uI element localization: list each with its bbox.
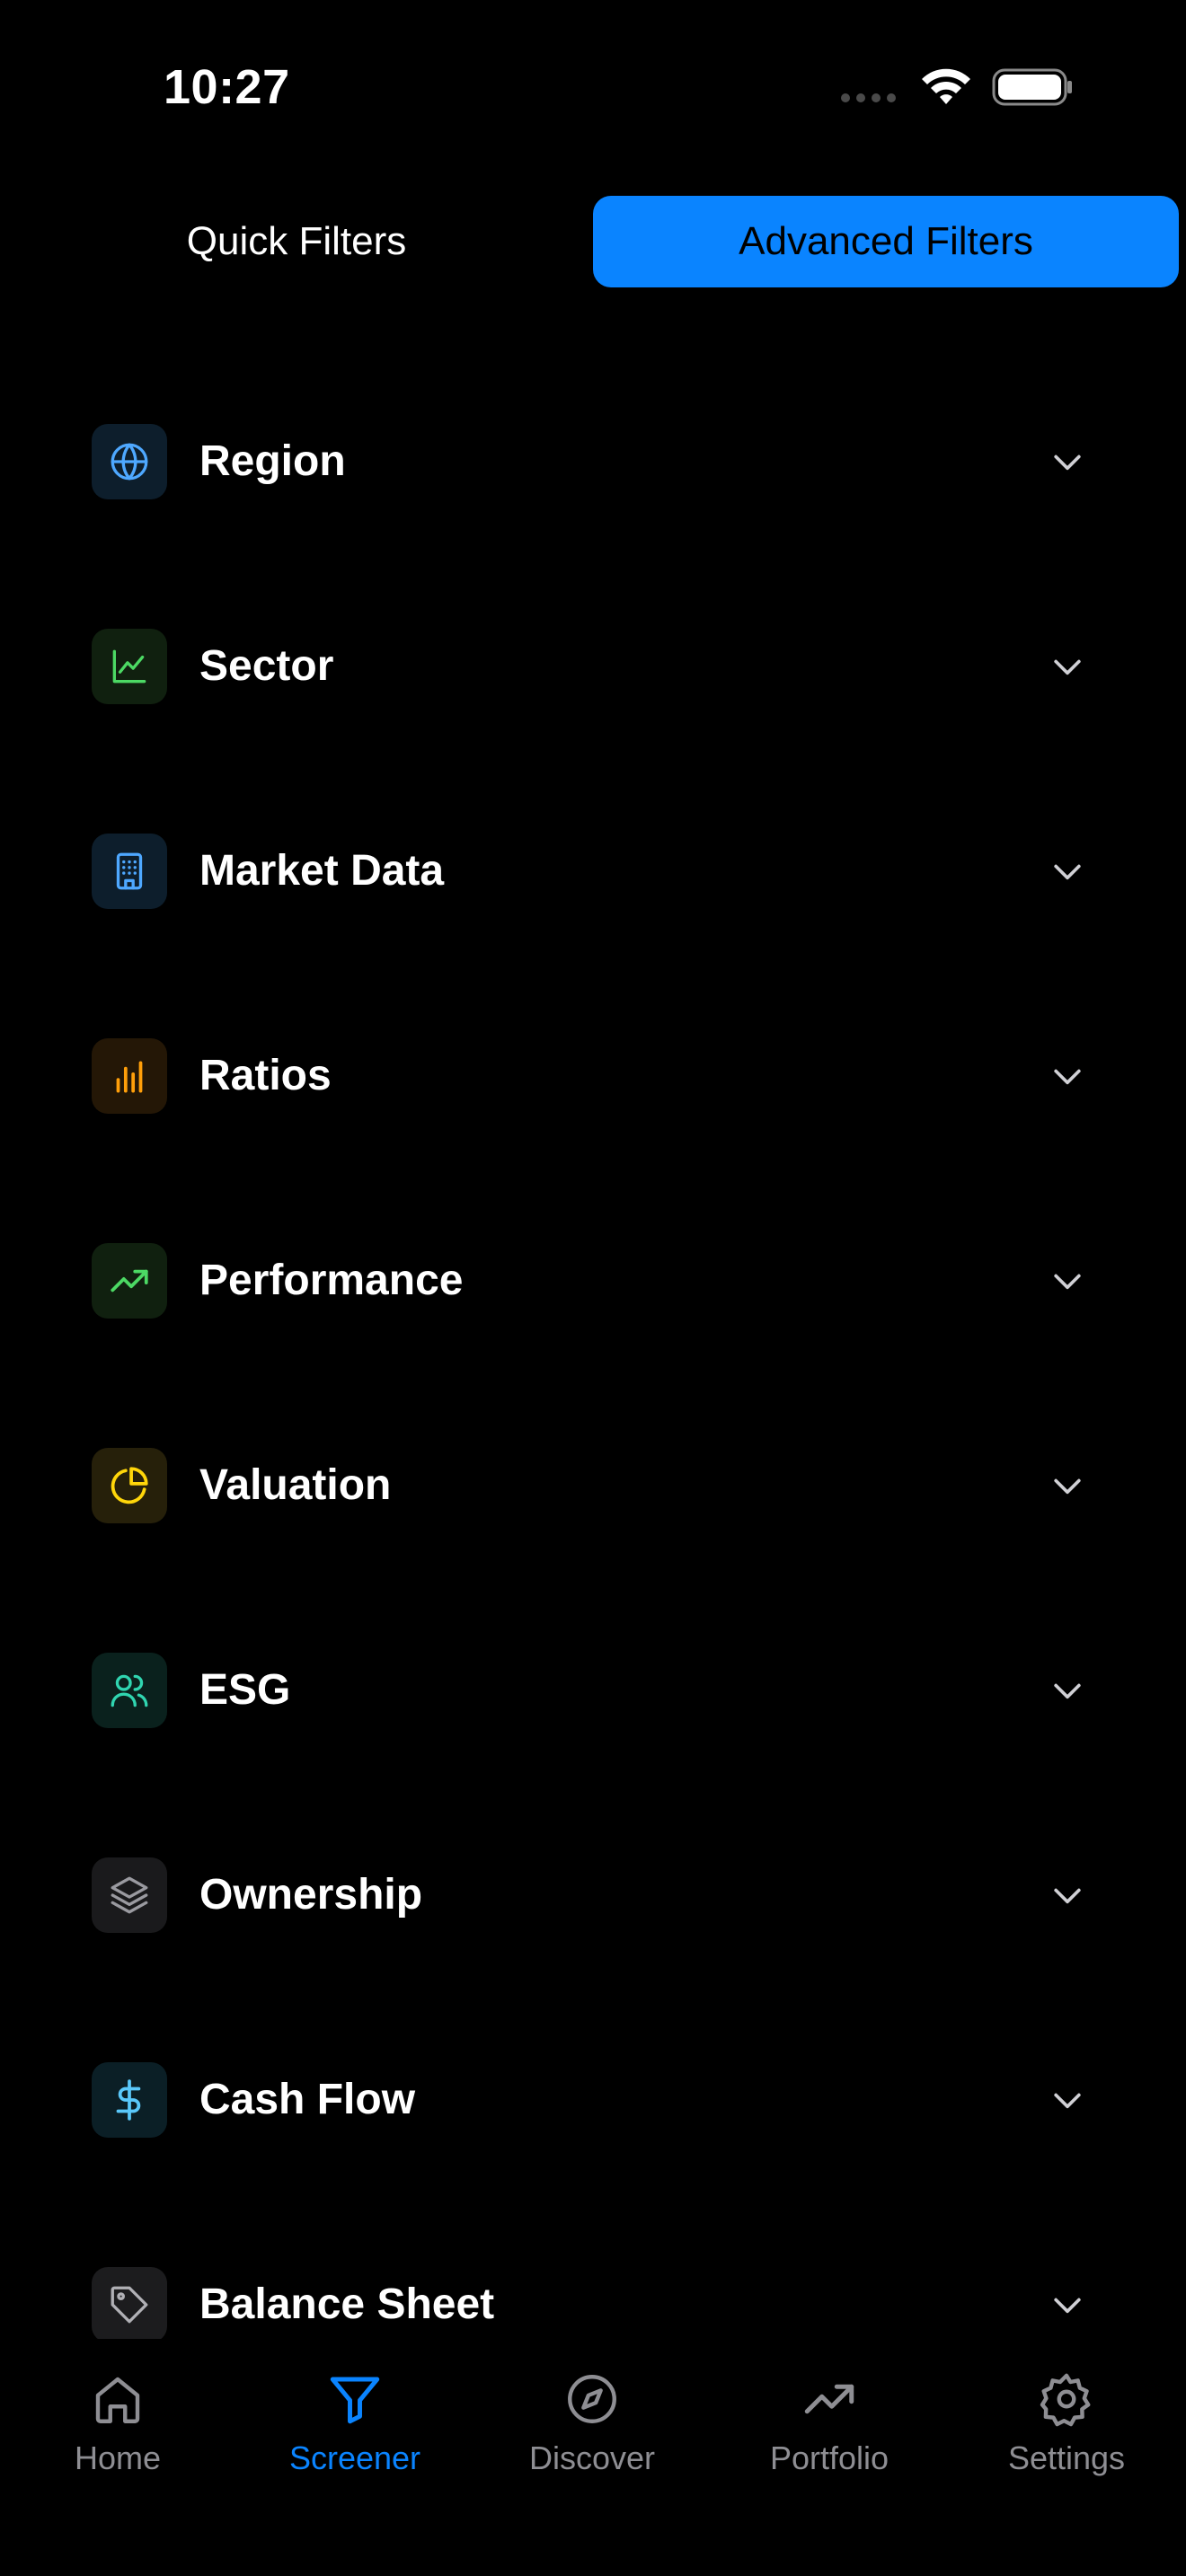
trending-up-icon bbox=[804, 2384, 854, 2414]
chevron-down-icon bbox=[1054, 659, 1081, 675]
filter-label: ESG bbox=[199, 1666, 291, 1714]
users-icon bbox=[92, 1653, 167, 1728]
tab-portfolio[interactable]: Portfolio bbox=[730, 2369, 928, 2513]
tab-label: Screener bbox=[288, 2439, 421, 2476]
chevron-down-icon bbox=[1054, 2298, 1081, 2314]
tag-icon bbox=[92, 2267, 167, 2342]
compass-icon bbox=[568, 2375, 616, 2423]
building-icon bbox=[92, 834, 167, 909]
status-time: 10:27 bbox=[164, 60, 290, 114]
filter-label: Cash Flow bbox=[199, 2076, 416, 2123]
filter-label: Valuation bbox=[199, 1461, 392, 1509]
filter-row-esg[interactable]: ESG bbox=[0, 1615, 1186, 1766]
chevron-down-icon bbox=[1054, 864, 1081, 880]
gear-icon bbox=[1040, 2373, 1091, 2427]
dollar-icon bbox=[92, 2062, 167, 2138]
tab-settings[interactable]: Settings bbox=[968, 2369, 1165, 2513]
filter-label: Balance Sheet bbox=[199, 2280, 495, 2328]
filter-label: Performance bbox=[199, 1257, 464, 1304]
filter-row-ratios[interactable]: Ratios bbox=[0, 1001, 1186, 1151]
filter-row-sector[interactable]: Sector bbox=[0, 591, 1186, 742]
filter-icon bbox=[330, 2377, 380, 2424]
chevron-down-icon bbox=[1054, 1683, 1081, 1699]
filter-label: Region bbox=[199, 437, 346, 485]
tab-screener[interactable]: Screener bbox=[256, 2369, 454, 2513]
tab-label: Settings bbox=[1007, 2439, 1126, 2476]
quick-filters-tab[interactable]: Quick Filters bbox=[0, 196, 593, 287]
filter-row-cash-flow[interactable]: Cash Flow bbox=[0, 2025, 1186, 2175]
wifi-icon bbox=[922, 68, 970, 104]
cellular-signal-icon bbox=[841, 93, 896, 102]
pie-chart-icon bbox=[92, 1448, 167, 1523]
filter-row-market-data[interactable]: Market Data bbox=[0, 796, 1186, 947]
chevron-down-icon bbox=[1054, 1888, 1081, 1904]
line-chart-icon bbox=[92, 629, 167, 704]
chevron-down-icon bbox=[1054, 1069, 1081, 1085]
filter-row-ownership[interactable]: Ownership bbox=[0, 1820, 1186, 1971]
trending-up-icon bbox=[92, 1243, 167, 1319]
tab-bar: Home Screener Discover Portfolio Setting… bbox=[0, 2339, 1186, 2576]
filter-label: Ownership bbox=[199, 1871, 423, 1919]
tab-label: Discover bbox=[528, 2439, 656, 2476]
filter-label: Ratios bbox=[199, 1052, 332, 1099]
filter-row-performance[interactable]: Performance bbox=[0, 1205, 1186, 1356]
filter-label: Market Data bbox=[199, 847, 445, 895]
chevron-down-icon bbox=[1054, 454, 1081, 471]
chevron-down-icon bbox=[1054, 1274, 1081, 1290]
status-bar: 10:27 bbox=[0, 0, 1186, 171]
battery-icon bbox=[992, 68, 1072, 106]
tab-discover[interactable]: Discover bbox=[493, 2369, 691, 2513]
chevron-down-icon bbox=[1054, 2093, 1081, 2109]
tab-home[interactable]: Home bbox=[19, 2369, 217, 2513]
home-icon bbox=[95, 2377, 140, 2423]
tab-label: Portfolio bbox=[769, 2439, 890, 2476]
chevron-down-icon bbox=[1054, 1478, 1081, 1495]
advanced-filters-tab[interactable]: Advanced Filters bbox=[593, 196, 1179, 287]
layers-icon bbox=[92, 1857, 167, 1933]
tab-label: Home bbox=[74, 2439, 162, 2476]
filter-label: Sector bbox=[199, 642, 334, 690]
filter-row-valuation[interactable]: Valuation bbox=[0, 1410, 1186, 1561]
globe-icon bbox=[92, 424, 167, 499]
filter-row-region[interactable]: Region bbox=[0, 386, 1186, 537]
bar-chart-icon bbox=[92, 1038, 167, 1114]
